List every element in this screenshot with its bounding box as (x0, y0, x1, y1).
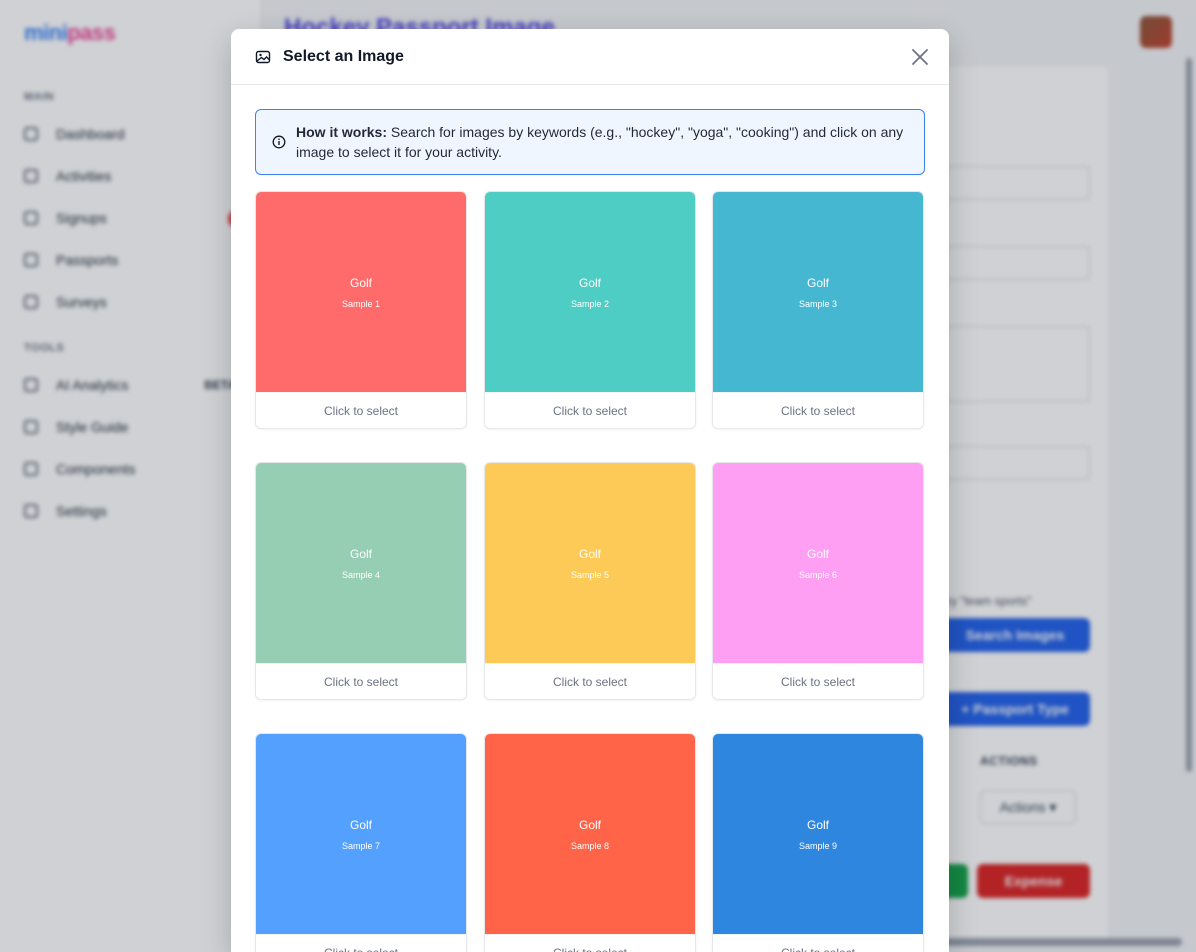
image-tile[interactable]: Golf Sample 2 Click to select (484, 191, 696, 429)
select-label[interactable]: Click to select (485, 392, 695, 428)
image-title: Golf (578, 546, 601, 561)
image-tile[interactable]: Golf Sample 9 Click to select (712, 733, 924, 952)
image-preview[interactable]: Golf Sample 1 (256, 192, 466, 392)
info-alert: How it works: Search for images by keywo… (255, 109, 925, 175)
select-label[interactable]: Click to select (256, 934, 466, 952)
select-label[interactable]: Click to select (485, 934, 695, 952)
modal-title: Select an Image (283, 47, 404, 65)
image-subtitle: Sample 4 (341, 569, 381, 580)
image-subtitle: Sample 1 (341, 298, 381, 309)
image-preview[interactable]: Golf Sample 2 (485, 192, 695, 392)
image-preview[interactable]: Golf Sample 6 (713, 463, 923, 663)
image-tile[interactable]: Golf Sample 8 Click to select (484, 733, 696, 952)
image-tile[interactable]: Golf Sample 7 Click to select (255, 733, 467, 952)
image-title: Golf (806, 275, 829, 290)
image-tile[interactable]: Golf Sample 3 Click to select (712, 191, 924, 429)
image-subtitle: Sample 9 (798, 840, 838, 851)
image-preview[interactable]: Golf Sample 3 (713, 192, 923, 392)
image-tile[interactable]: Golf Sample 1 Click to select (255, 191, 467, 429)
image-preview[interactable]: Golf Sample 4 (256, 463, 466, 663)
image-preview[interactable]: Golf Sample 7 (256, 734, 466, 934)
image-title: Golf (349, 817, 372, 832)
image-title: Golf (806, 546, 829, 561)
image-title: Golf (349, 275, 372, 290)
select-label[interactable]: Click to select (256, 392, 466, 428)
close-icon[interactable] (909, 46, 931, 68)
image-subtitle: Sample 3 (798, 298, 838, 309)
info-label: How it works: (296, 124, 388, 140)
image-tile[interactable]: Golf Sample 4 Click to select (255, 462, 467, 700)
select-label[interactable]: Click to select (485, 663, 695, 699)
image-title: Golf (806, 817, 829, 832)
image-preview[interactable]: Golf Sample 9 (713, 734, 923, 934)
image-tile[interactable]: Golf Sample 6 Click to select (712, 462, 924, 700)
select-label[interactable]: Click to select (713, 663, 923, 699)
image-select-modal: Select an Image How it works: Search for… (231, 29, 949, 952)
image-subtitle: Sample 7 (341, 840, 381, 851)
select-label[interactable]: Click to select (256, 663, 466, 699)
image-title: Golf (578, 275, 601, 290)
image-subtitle: Sample 6 (798, 569, 838, 580)
image-title: Golf (349, 546, 372, 561)
image-title: Golf (578, 817, 601, 832)
image-subtitle: Sample 8 (570, 840, 610, 851)
image-icon (255, 50, 271, 63)
image-preview[interactable]: Golf Sample 8 (485, 734, 695, 934)
image-preview[interactable]: Golf Sample 5 (485, 463, 695, 663)
image-tile[interactable]: Golf Sample 5 Click to select (484, 462, 696, 700)
select-label[interactable]: Click to select (713, 392, 923, 428)
modal-header: Select an Image (231, 29, 949, 85)
image-subtitle: Sample 2 (570, 298, 610, 309)
select-label[interactable]: Click to select (713, 934, 923, 952)
info-body: Search for images by keywords (e.g., "ho… (296, 124, 904, 160)
info-message: How it works: Search for images by keywo… (296, 122, 908, 162)
image-subtitle: Sample 5 (570, 569, 610, 580)
info-icon (272, 135, 286, 149)
